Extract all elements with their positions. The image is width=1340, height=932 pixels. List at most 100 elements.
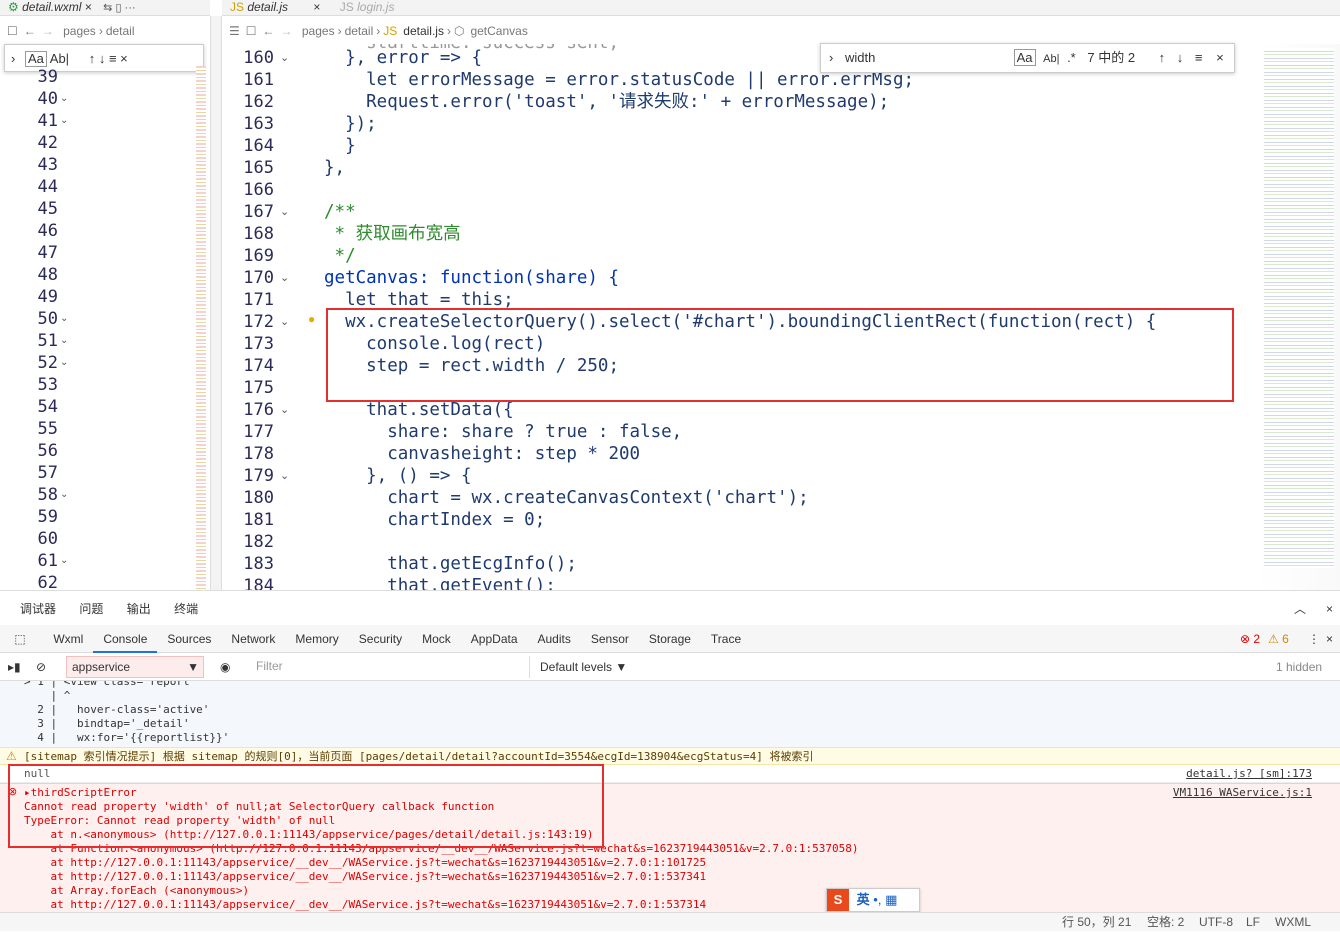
fold-chevron-icon[interactable]: ⌄ (280, 311, 296, 333)
close-icon[interactable]: × (1216, 50, 1224, 65)
close-icon[interactable]: × (1326, 595, 1333, 623)
breadcrumb-item[interactable]: pages (302, 24, 335, 38)
fold-chevron-icon[interactable] (60, 462, 76, 484)
fold-chevron-icon[interactable] (280, 553, 296, 575)
error-count-icon[interactable]: ⊗ 2 (1240, 625, 1260, 653)
close-icon[interactable]: × (120, 51, 128, 66)
fold-chevron-icon[interactable]: ⌄ (280, 465, 296, 487)
bookmark-icon[interactable]: ☐ (7, 24, 18, 38)
fold-chevron-icon[interactable]: ⌄ (280, 47, 296, 69)
fold-chevron-icon[interactable] (280, 289, 296, 311)
fold-chevron-icon[interactable]: ⌄ (60, 110, 76, 132)
fold-chevron-icon[interactable] (60, 242, 76, 264)
editor-split-divider[interactable] (210, 16, 222, 590)
breadcrumb-item[interactable]: detail (345, 24, 374, 38)
fold-chevron-icon[interactable] (280, 135, 296, 157)
fold-chevron-icon[interactable] (280, 355, 296, 377)
fold-chevron-icon[interactable] (60, 66, 76, 88)
log-source-link[interactable]: detail.js? [sm]:173 (1186, 767, 1312, 780)
fold-chevron-icon[interactable] (60, 220, 76, 242)
eye-icon[interactable]: ◉ (220, 653, 230, 681)
chevron-up-icon[interactable]: ︿ (1294, 595, 1306, 623)
arrow-up-icon[interactable]: ↑ (1159, 50, 1166, 65)
list-icon[interactable]: ☰ (229, 24, 240, 38)
clear-console-icon[interactable]: ⊘ (36, 660, 46, 674)
fold-chevron-icon[interactable] (280, 91, 296, 113)
devtools-tab-appdata[interactable]: AppData (461, 625, 528, 653)
fold-chevron-icon[interactable] (60, 198, 76, 220)
devtools-tab-console[interactable]: Console (93, 625, 158, 653)
lightbulb-icon[interactable]: ● (308, 312, 315, 326)
fold-chevron-icon[interactable]: ⌄ (60, 352, 76, 374)
log-levels-select[interactable]: Default levels ▼ (540, 653, 627, 681)
encoding[interactable]: UTF-8 (1199, 913, 1233, 932)
find-input[interactable]: width (845, 44, 1010, 72)
match-case-toggle[interactable]: Aa (24, 51, 47, 67)
fold-chevron-icon[interactable]: ⌄ (60, 330, 76, 352)
fold-chevron-icon[interactable] (60, 418, 76, 440)
error-source-link[interactable]: VM1116 WAService.js:1 (1173, 786, 1312, 799)
close-icon[interactable]: × (85, 0, 92, 14)
back-icon[interactable]: ← (24, 24, 36, 38)
panel-tab-output[interactable]: 输出 (117, 595, 161, 623)
devtools-tab-wxml[interactable]: Wxml (43, 625, 93, 653)
fold-chevron-icon[interactable]: ⌄ (60, 484, 76, 506)
tab-detail-js[interactable]: JS detail.js × (222, 0, 328, 15)
fold-chevron-icon[interactable] (60, 374, 76, 396)
selection-icon[interactable]: ≡ (1195, 50, 1203, 65)
error-stack-line[interactable]: at Array.forEach (<anonymous>) (24, 884, 249, 898)
fold-chevron-icon[interactable] (60, 572, 76, 590)
back-icon[interactable]: ← (263, 24, 275, 38)
breadcrumb-item[interactable]: getCanvas (470, 24, 527, 38)
line-ending[interactable]: LF (1246, 913, 1260, 932)
whole-word-toggle[interactable]: Ab| (1043, 53, 1059, 65)
cursor-position[interactable]: 行 50，列 21 (1062, 913, 1131, 932)
arrow-up-icon[interactable]: ↑ (89, 51, 96, 66)
devtools-tab-mock[interactable]: Mock (412, 625, 461, 653)
breadcrumb-item[interactable]: detail.js (403, 24, 444, 38)
fold-chevron-icon[interactable]: ⌄ (60, 550, 76, 572)
context-select[interactable]: appservice ▼ (66, 656, 204, 678)
fold-chevron-icon[interactable] (280, 179, 296, 201)
devtools-tab-network[interactable]: Network (221, 625, 285, 653)
fold-chevron-icon[interactable] (280, 575, 296, 590)
arrow-down-icon[interactable]: ↓ (1177, 50, 1184, 65)
devtools-tab-security[interactable]: Security (349, 625, 412, 653)
fold-chevron-icon[interactable] (280, 333, 296, 355)
devtools-tab-sensor[interactable]: Sensor (581, 625, 639, 653)
panel-tab-problems[interactable]: 问题 (69, 595, 113, 623)
error-stack-line[interactable]: at http://127.0.0.1:11143/appservice/__d… (24, 870, 706, 884)
left-editor[interactable]: 39 40 41 42 43 44 45 46 47 48 49 50 51 52 53 54 55 56 57 58… (0, 66, 210, 590)
close-icon[interactable]: × (1326, 625, 1333, 653)
fold-chevron-icon[interactable]: ⌄ (280, 399, 296, 421)
panel-tab-debugger[interactable]: 调试器 (0, 595, 66, 623)
panel-tab-terminal[interactable]: 终端 (164, 595, 208, 623)
console-filter-input[interactable]: Filter (250, 656, 530, 678)
ime-indicator[interactable]: S 英 •, ▦ (826, 888, 920, 912)
minimap[interactable] (1258, 44, 1340, 590)
breadcrumb-item[interactable]: detail (106, 24, 135, 38)
expand-icon[interactable]: › (829, 50, 833, 65)
tab-detail-wxml[interactable]: ⚙ detail.wxml × (0, 0, 100, 15)
sidebar-toggle-icon[interactable]: ▸▮ (8, 660, 21, 674)
fold-chevron-icon[interactable] (60, 440, 76, 462)
fold-chevron-icon[interactable] (60, 286, 76, 308)
fold-chevron-icon[interactable] (60, 264, 76, 286)
fold-chevron-icon[interactable] (280, 113, 296, 135)
devtools-tab-trace[interactable]: Trace (701, 625, 751, 653)
fold-chevron-icon[interactable]: ⌄ (280, 267, 296, 289)
fold-chevron-icon[interactable] (280, 421, 296, 443)
devtools-tab-memory[interactable]: Memory (285, 625, 348, 653)
fold-chevron-icon[interactable] (60, 528, 76, 550)
warning-count-icon[interactable]: ⚠ 6 (1268, 625, 1289, 653)
close-icon[interactable]: × (313, 0, 320, 14)
indentation[interactable]: 空格: 2 (1147, 913, 1184, 932)
fold-chevron-icon[interactable] (280, 223, 296, 245)
inspect-icon[interactable]: ⬚ (0, 625, 40, 653)
fold-chevron-icon[interactable] (280, 69, 296, 91)
more-icon[interactable]: ⋮ (1308, 625, 1320, 653)
error-stack-line[interactable]: at http://127.0.0.1:11143/appservice/__d… (24, 856, 706, 870)
fold-chevron-icon[interactable] (60, 154, 76, 176)
devtools-tab-sources[interactable]: Sources (157, 625, 221, 653)
devtools-tab-audits[interactable]: Audits (528, 625, 581, 653)
